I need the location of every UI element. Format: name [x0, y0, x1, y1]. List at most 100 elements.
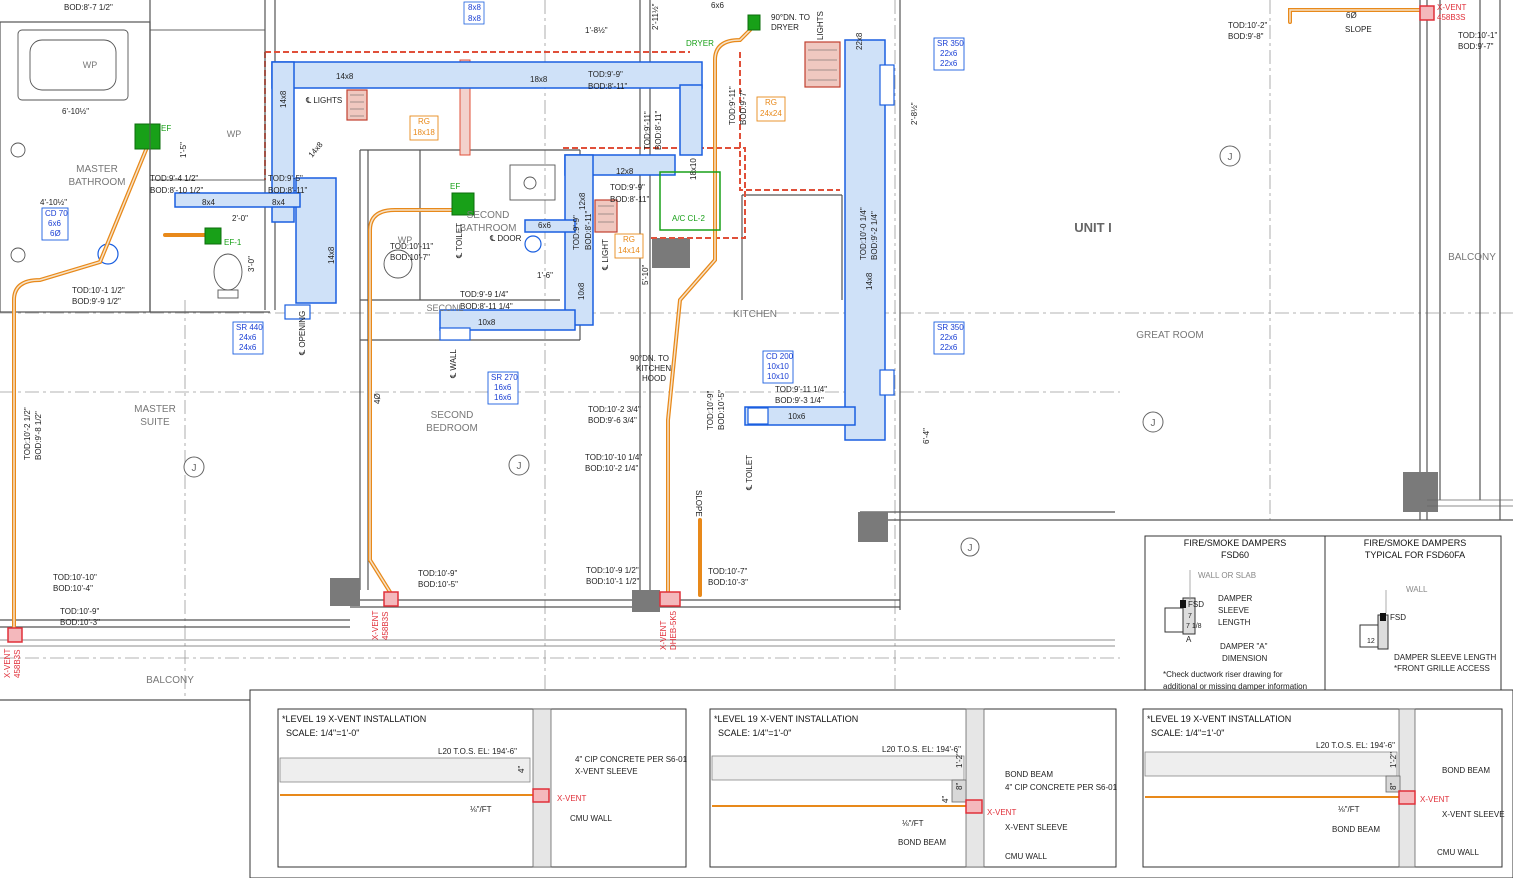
- tod-107-2: BOD:10'-3": [708, 578, 748, 587]
- label-acc-l2: A/C CL-2: [672, 214, 705, 223]
- damper-sleeve-length: DAMPER SLEEVE LENGTH: [1394, 653, 1496, 662]
- detail2-dim-0: 1'-2": [955, 752, 964, 768]
- detail1-label-0: 4" CIP CONCRETE PER S6-01: [575, 755, 688, 764]
- dim-30: 3'-0": [247, 256, 256, 272]
- xvent4-2: 458B3S: [1437, 13, 1465, 22]
- duct-label-10x8: 10x8: [478, 318, 496, 327]
- damper-fsd-left: FSD: [1188, 600, 1204, 609]
- label-lights-1: ℄ LIGHTS: [305, 96, 342, 105]
- tod-941-1: TOD:9'-4 1/2": [150, 174, 198, 183]
- detail2-dim-1: 8": [955, 783, 964, 790]
- detail2-slope: ⅛"/FT: [902, 819, 924, 828]
- room-second-partial: SECONL: [426, 303, 463, 313]
- damper-wall-or-slab: WALL OR SLAB: [1198, 571, 1256, 580]
- detail2-label-5: CMU WALL: [1005, 852, 1047, 861]
- xvent2-2: 458B3S: [381, 612, 390, 640]
- tod-1011a-1: TOD:10'-11": [390, 242, 433, 251]
- label-six-dia: 6Ø: [1346, 11, 1357, 20]
- label-slope: SLOPE: [1345, 25, 1372, 34]
- damper-a-2: DIMENSION: [1222, 654, 1268, 663]
- damper-legend: FIRE/SMOKE DAMPERS FSD60 FIRE/SMOKE DAMP…: [1144, 535, 1502, 695]
- xvent-detail-2: *LEVEL 19 X-VENT INSTALLATION SCALE: 1/4…: [709, 708, 1118, 868]
- tod-1011b-2: BOD:9'-9 1/2": [72, 297, 121, 306]
- tag-cd70-2: 6x6: [48, 219, 61, 228]
- damper-left-title-1: FIRE/SMOKE DAMPERS: [1184, 538, 1287, 548]
- dim-640: 6'-10½": [62, 107, 89, 116]
- detail3-slope: ⅛"/FT: [1338, 805, 1360, 814]
- tod-1001-1: TOD:10'-0 1/4": [859, 207, 868, 260]
- detail3-dim-0: 1'-2": [1389, 752, 1398, 768]
- tod-10912-1: TOD:10'-9 1/2": [586, 566, 639, 575]
- tod-99c-1: TOD:9'-9": [572, 215, 581, 250]
- hvac-floor-plan-sheet: MASTER BATHROOM MASTER SUITE SECOND BATH…: [0, 0, 1513, 879]
- detail3-label-2: X-VENT SLEEVE: [1442, 810, 1505, 819]
- tag-cd70-3: 6Ø: [50, 229, 61, 238]
- tag-sr350a-2: 22x6: [940, 49, 958, 58]
- label-ef1: EF-1: [224, 238, 242, 247]
- duct-label-10x6: 10x6: [788, 412, 806, 421]
- duct-label-14x8-v2: 14x8: [307, 140, 325, 159]
- detail1-label-1: X-VENT SLEEVE: [575, 767, 638, 776]
- tag-rg14-1: RG: [623, 235, 635, 244]
- damper-fsd-right: FSD: [1390, 613, 1406, 622]
- dim-64: 6'-4": [922, 428, 931, 444]
- tod-109-2: BOD:10'-3": [60, 618, 100, 627]
- duct-label-14x8: 14x8: [336, 72, 354, 81]
- detail1-label-3: CMU WALL: [570, 814, 612, 823]
- duct-label-18x8: 18x8: [530, 75, 548, 84]
- damper-dim-7: 7: [1188, 613, 1192, 620]
- xvent3-2: DHEB-5K5: [669, 610, 678, 650]
- damper-note-1: *Check ductwork riser drawing for: [1163, 670, 1283, 679]
- tag-cd200-2: 10x10: [767, 362, 789, 371]
- label-to-dryer-2: DRYER: [771, 23, 799, 32]
- detail3-label-3: BOND BEAM: [1332, 825, 1380, 834]
- room-balcony-right: BALCONY: [1448, 252, 1496, 263]
- duct-label-12x8: 12x8: [616, 167, 634, 176]
- detail1-dim: 4": [517, 766, 526, 773]
- label-opening: ℄ OPENING: [298, 311, 307, 356]
- label-to-hood-1: 90°DN. TO: [630, 354, 669, 363]
- tag-rg18-1: RG: [418, 117, 430, 126]
- room-second-bedroom-1: SECOND: [431, 410, 474, 421]
- floor-plan-drawing: MASTER BATHROOM MASTER SUITE SECOND BATH…: [0, 0, 1513, 879]
- label-ef: EF: [161, 124, 171, 133]
- xvent-detail-1: *LEVEL 19 X-VENT INSTALLATION SCALE: 1/4…: [277, 708, 688, 868]
- xvent1-1: X-VENT: [3, 649, 12, 678]
- duct-label-18x10: 18x10: [689, 158, 698, 180]
- dim-15: 1'-5": [179, 142, 188, 158]
- grille-tags: SR 350 22x6 22x6 SR 350 22x6 22x6 SR 440…: [41, 37, 965, 405]
- duct-label-6x6-top: 6x6: [711, 1, 724, 10]
- grid-bubbles: [183, 145, 1241, 557]
- room-master-bathroom-2: BATHROOM: [68, 177, 125, 188]
- tod-1021-1: TOD:10'-2 1/2": [23, 407, 32, 460]
- tod-102-1: TOD:10'-2": [1228, 21, 1268, 30]
- room-second-bathroom-2: BATHROOM: [459, 223, 516, 234]
- room-master-suite-1: MASTER: [134, 404, 176, 415]
- tod-1093-2: BOD:10'-5": [717, 390, 726, 430]
- tag-rg14-2: 14x14: [618, 246, 640, 255]
- detail2-scale: SCALE: 1/4"=1'-0": [718, 728, 791, 738]
- dim-211: 2'-11½": [651, 3, 660, 30]
- tod-109b-2: BOD:10'-5": [418, 580, 458, 589]
- tod-109b-1: TOD:10'-9": [418, 569, 458, 578]
- tag-sr350a-3: 22x6: [940, 59, 958, 68]
- room-second-bathroom-1: SECOND: [467, 210, 510, 221]
- detail2-label-4: BOND BEAM: [898, 838, 946, 847]
- room-second-bedroom-2: BEDROOM: [426, 423, 478, 434]
- damper-sleeve-2: SLEEVE: [1218, 606, 1249, 615]
- tod-1023-1: TOD:10'-2 3/4": [588, 405, 641, 414]
- detail3-dim-1: 8": [1389, 783, 1398, 790]
- label-four-dia: 4Ø: [373, 393, 382, 404]
- tod-991-1: TOD:9'-9 1/4": [460, 290, 508, 299]
- duct-8x8-tags: 8x8 8x8: [463, 1, 485, 25]
- label-to-hood-3: HOOD: [642, 374, 666, 383]
- tod-99-1: TOD:9'-9": [588, 70, 623, 79]
- tag-sr440-1: SR 440: [236, 323, 263, 332]
- detail1-title: *LEVEL 19 X-VENT INSTALLATION: [282, 714, 426, 724]
- label-wall-cl: ℄ WALL: [449, 349, 458, 379]
- room-kitchen: KITCHEN: [733, 309, 777, 320]
- detail3-label-0: BOND BEAM: [1442, 766, 1490, 775]
- damper-dim-712: 7 1/8: [1186, 623, 1202, 630]
- damper-front-grille: *FRONT GRILLE ACCESS: [1394, 664, 1490, 673]
- damper-a-1: DAMPER "A": [1220, 642, 1268, 651]
